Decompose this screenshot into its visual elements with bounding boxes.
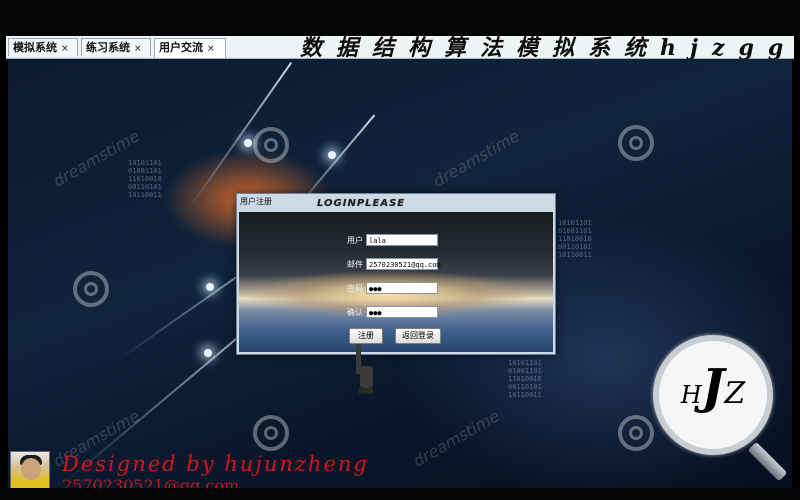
logo-letter-z: Z bbox=[724, 376, 746, 411]
tab-user-communication[interactable]: 用户交流 × bbox=[154, 38, 226, 58]
watermark-spiral-icon bbox=[618, 415, 654, 451]
binary-pattern: 10101101 01001101 11010010 00110101 1011… bbox=[508, 359, 542, 399]
logo-letter-h: H bbox=[680, 381, 702, 409]
watermark-spiral-icon bbox=[253, 127, 289, 163]
binary-pattern: 10101101 01001101 11010010 00110101 1011… bbox=[128, 159, 162, 199]
register-button[interactable]: 注册 bbox=[349, 328, 383, 344]
dialog-title: 用户注册 bbox=[240, 197, 272, 206]
watermark-spiral-icon bbox=[253, 415, 289, 451]
user-label: 用户 bbox=[347, 235, 363, 245]
watermark-spiral-icon bbox=[73, 271, 109, 307]
light-dot bbox=[204, 349, 212, 357]
binary-pattern: 10101101 01001101 11010010 00110101 1011… bbox=[558, 219, 592, 259]
password-row: 密码 ●●● bbox=[331, 282, 438, 294]
password-input[interactable]: ●●● bbox=[366, 282, 438, 294]
confirm-label: 确认 bbox=[347, 307, 363, 317]
user-row: 用户 lala bbox=[331, 234, 438, 246]
tab-label: 模拟系统 bbox=[13, 41, 57, 54]
tab-close-icon[interactable]: × bbox=[207, 44, 215, 54]
hjz-magnifier-logo: HJZ bbox=[653, 335, 773, 455]
tab-practice-system[interactable]: 练习系统 × bbox=[81, 38, 151, 56]
back-to-login-button[interactable]: 返回登录 bbox=[395, 328, 441, 344]
login-please-logo: LOGINPLEASE bbox=[317, 198, 406, 209]
tab-simulation-system[interactable]: 模拟系统 × bbox=[8, 38, 78, 56]
tab-close-icon[interactable]: × bbox=[134, 44, 142, 54]
light-dot bbox=[206, 283, 214, 291]
light-dot bbox=[328, 151, 336, 159]
light-dot bbox=[244, 139, 252, 147]
designed-by-text: Designed by hujunzheng bbox=[62, 452, 369, 476]
tab-close-icon[interactable]: × bbox=[61, 44, 69, 54]
email-input[interactable]: 2570230521@qq.com bbox=[366, 258, 441, 270]
tab-label: 用户交流 bbox=[159, 41, 203, 54]
confirm-password-input[interactable]: ●●● bbox=[366, 306, 438, 318]
email-label: 邮件 bbox=[347, 259, 363, 269]
window-bottom-frame bbox=[0, 488, 800, 500]
hand-cursor-icon bbox=[356, 344, 373, 394]
password-label: 密码 bbox=[347, 283, 363, 293]
logo-letters: HJZ bbox=[659, 359, 767, 415]
confirm-row: 确认 ●●● bbox=[331, 306, 438, 318]
user-input[interactable]: lala bbox=[366, 234, 438, 246]
author-avatar bbox=[10, 451, 50, 489]
tab-label: 练习系统 bbox=[86, 41, 130, 54]
watermark-text: dreamstime bbox=[409, 406, 503, 471]
email-row: 邮件 2570230521@qq.com bbox=[331, 258, 441, 270]
watermark-text: dreamstime bbox=[429, 126, 523, 191]
app-banner-title: 数据结构算法模拟系统hjzgg bbox=[300, 35, 798, 61]
watermark-spiral-icon bbox=[618, 125, 654, 161]
logo-letter-j: J bbox=[701, 359, 725, 415]
